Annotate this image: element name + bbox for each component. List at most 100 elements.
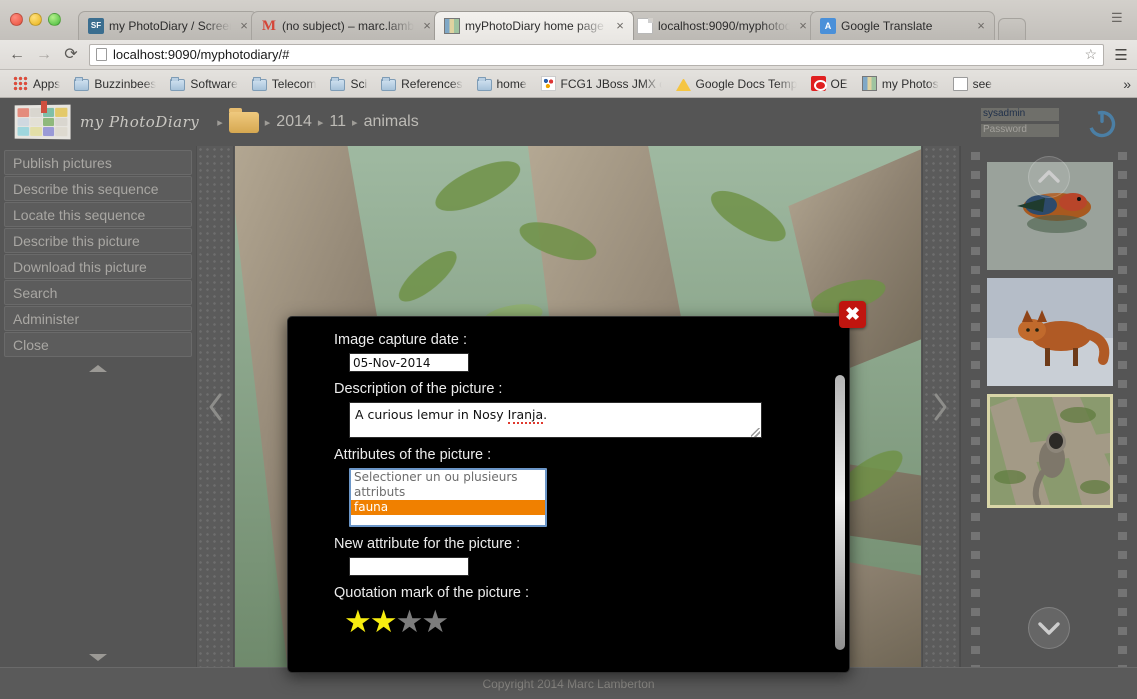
window-controls[interactable]: [10, 13, 61, 26]
forward-button[interactable]: →: [35, 46, 53, 64]
sidebar-item-search[interactable]: Search: [4, 280, 192, 305]
bookmark-label: References: [401, 76, 463, 91]
browser-tab-1[interactable]: SF my PhotoDiary / Screensho ×: [78, 11, 258, 40]
bookmark-oe[interactable]: OE: [804, 74, 855, 93]
photodiary-app: my PhotoDiary ▸ ▸ 2014 ▸ 11 ▸ animals sy…: [0, 98, 1137, 699]
breadcrumb-separator: ▸: [217, 116, 223, 129]
sidebar-item-administer[interactable]: Administer: [4, 306, 192, 331]
browser-tab-3[interactable]: myPhotoDiary home page ×: [434, 11, 634, 40]
resize-handle-icon[interactable]: [751, 428, 760, 437]
username-field[interactable]: sysadmin: [981, 108, 1059, 121]
bookmark-telecom[interactable]: Telecom: [245, 75, 324, 93]
red-fox-thumbnail[interactable]: [987, 278, 1113, 386]
thumbnails-scroll-down-icon[interactable]: [1028, 607, 1070, 649]
bookmark-software[interactable]: Software: [163, 75, 244, 93]
lemur-thumbnail[interactable]: [987, 394, 1113, 508]
sidebar-item-locate-sequence[interactable]: Locate this sequence: [4, 202, 192, 227]
sourceforge-icon: SF: [88, 18, 104, 34]
folder-icon: [74, 76, 90, 91]
folder-icon: [381, 76, 397, 91]
apps-grid-icon: [13, 76, 28, 91]
minimize-window-button[interactable]: [29, 13, 42, 26]
tab-title: my PhotoDiary / Screensho: [109, 19, 231, 33]
breadcrumb-root-folder-icon[interactable]: [228, 107, 259, 133]
star-4[interactable]: ★: [421, 606, 449, 637]
dialog-scrollbar-thumb[interactable]: [835, 375, 845, 650]
describe-picture-dialog: Image capture date : 05-Nov-2014 Descrip…: [287, 316, 850, 673]
sidebar-item-download-picture[interactable]: Download this picture: [4, 254, 192, 279]
photodiary-logo-icon[interactable]: [14, 100, 71, 140]
thumbnails-scroll-up-icon[interactable]: [1028, 156, 1070, 198]
bookmark-my-photos[interactable]: my Photos: [855, 74, 946, 93]
browser-tab-4[interactable]: localhost:9090/myphotod ×: [627, 11, 817, 40]
bookmark-star-icon[interactable]: ☆: [1084, 46, 1097, 63]
bookmark-see[interactable]: see: [946, 75, 999, 93]
bookmark-home[interactable]: home: [470, 75, 534, 93]
description-textarea[interactable]: A curious lemur in Nosy Iranja.: [349, 402, 762, 438]
close-window-button[interactable]: [10, 13, 23, 26]
close-tab-icon[interactable]: ×: [974, 19, 988, 33]
sidebar-item-describe-sequence[interactable]: Describe this sequence: [4, 176, 192, 201]
bookmark-label: see: [972, 76, 992, 91]
bookmark-jboss[interactable]: FCG1 JBoss JMX cons: [534, 74, 669, 93]
url-bar[interactable]: localhost:9090/myphotodiary/# ☆: [89, 43, 1104, 66]
maximize-icon[interactable]: ☰: [1111, 10, 1129, 28]
next-photo-icon[interactable]: [930, 391, 950, 423]
page-info-icon[interactable]: [96, 48, 107, 61]
url-text: localhost:9090/myphotodiary/#: [113, 47, 290, 62]
description-pre: A curious lemur in Nosy: [355, 407, 508, 422]
close-dialog-button[interactable]: ✖: [839, 301, 866, 328]
tab-title: myPhotoDiary home page: [465, 19, 604, 33]
star-2[interactable]: ★: [370, 606, 398, 637]
page-icon: [637, 18, 653, 34]
browser-tab-5[interactable]: A Google Translate ×: [810, 11, 995, 40]
bookmark-apps[interactable]: Apps: [6, 74, 67, 93]
close-tab-icon[interactable]: ×: [796, 19, 810, 33]
translate-icon: A: [820, 18, 836, 34]
breadcrumb-item-month[interactable]: 11: [329, 113, 346, 131]
attributes-label: Attributes of the picture :: [334, 447, 492, 463]
close-tab-icon[interactable]: ×: [237, 19, 251, 33]
sidebar-item-label: Close: [13, 336, 49, 353]
bookmark-references[interactable]: References: [374, 75, 469, 93]
chrome-menu-icon[interactable]: ☰: [1113, 46, 1129, 64]
attribute-option-fauna[interactable]: fauna: [351, 500, 545, 515]
copyright-text: Copyright 2014 Marc Lamberton: [482, 676, 655, 691]
rating-stars[interactable]: ★ ★ ★ ★: [344, 606, 825, 637]
bookmark-sci[interactable]: Sci: [323, 75, 374, 93]
breadcrumb-item-album[interactable]: animals: [364, 113, 419, 131]
address-bar: ← → ⟳ localhost:9090/myphotodiary/# ☆ ☰: [0, 40, 1137, 70]
sidebar-item-close[interactable]: Close: [4, 332, 192, 357]
bookmarks-overflow-icon[interactable]: »: [1123, 76, 1131, 92]
bookmark-google-docs[interactable]: Google Docs Templa: [669, 75, 804, 93]
capture-date-input[interactable]: 05-Nov-2014: [349, 353, 469, 372]
sidebar-item-describe-picture[interactable]: Describe this picture: [4, 228, 192, 253]
attribute-option-placeholder[interactable]: Selectioner un ou plusieurs attributs: [351, 470, 545, 500]
close-tab-icon[interactable]: ×: [613, 19, 627, 33]
close-tab-icon[interactable]: ×: [420, 19, 434, 33]
star-1[interactable]: ★: [344, 606, 372, 637]
password-field[interactable]: Password: [981, 124, 1059, 137]
reload-button[interactable]: ⟳: [62, 46, 80, 64]
new-attribute-input[interactable]: [349, 557, 469, 576]
star-3[interactable]: ★: [396, 606, 424, 637]
misspelled-word: Iranja: [507, 407, 544, 424]
back-button[interactable]: ←: [8, 46, 26, 64]
breadcrumb-item-year[interactable]: 2014: [276, 113, 312, 131]
sidebar-item-publish-pictures[interactable]: Publish pictures: [4, 150, 192, 175]
bookmark-label: my Photos: [881, 76, 939, 91]
previous-photo-icon[interactable]: [206, 391, 226, 423]
bookmark-label: Software: [190, 76, 238, 91]
bookmark-buzzinbees[interactable]: Buzzinbees: [67, 75, 163, 93]
sidebar-scroll-down-icon[interactable]: [89, 654, 107, 661]
sidebar-scroll-up-icon[interactable]: [89, 365, 107, 372]
zoom-window-button[interactable]: [48, 13, 61, 26]
photodiary-icon: [861, 76, 877, 91]
dialog-scrollbar[interactable]: [835, 375, 845, 650]
app-header: my PhotoDiary ▸ ▸ 2014 ▸ 11 ▸ animals sy…: [0, 98, 1137, 146]
new-attribute-label: New attribute for the picture :: [334, 536, 521, 552]
new-tab-button[interactable]: [998, 18, 1026, 40]
attributes-listbox[interactable]: Selectioner un ou plusieurs attributs fa…: [349, 468, 547, 527]
power-icon[interactable]: [1085, 106, 1119, 140]
browser-tab-2[interactable]: M (no subject) – marc.lamber ×: [251, 11, 441, 40]
